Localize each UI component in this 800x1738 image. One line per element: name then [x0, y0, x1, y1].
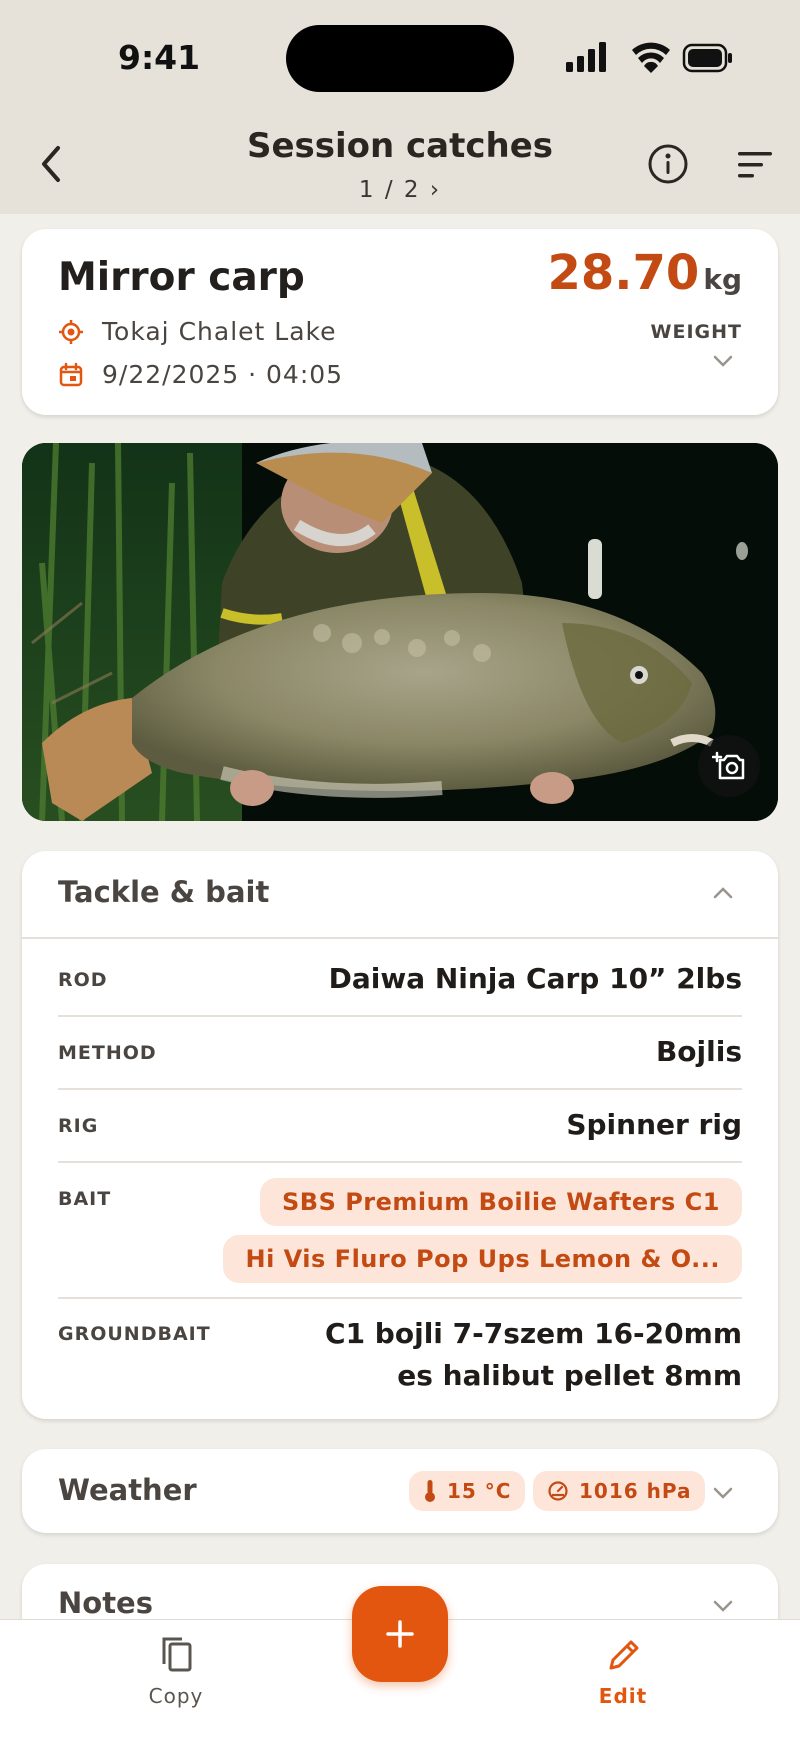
sort-icon	[738, 152, 772, 178]
location-text: Tokaj Chalet Lake	[102, 317, 337, 346]
location-target-icon	[59, 319, 83, 344]
status-icons	[566, 40, 734, 76]
row-divider	[58, 1015, 742, 1017]
tackle-section-title: Tackle & bait	[58, 875, 270, 909]
weather-section-title: Weather	[58, 1473, 197, 1507]
catch-photo[interactable]	[22, 443, 778, 821]
rod-value: Daiwa Ninja Carp 10” 2lbs	[328, 962, 742, 995]
status-time: 9:41	[118, 38, 201, 77]
pencil-icon	[609, 1640, 639, 1670]
datetime-text: 9/22/2025 · 04:05	[102, 360, 344, 389]
edit-button[interactable]: Edit	[563, 1634, 683, 1708]
weather-card[interactable]: Weather 15 °C 1016 hPa	[22, 1449, 778, 1533]
chevron-down-icon	[713, 1600, 733, 1612]
bait-chip[interactable]: Hi Vis Fluro Pop Ups Lemon & O...	[223, 1235, 742, 1283]
copy-button[interactable]: Copy	[116, 1634, 236, 1708]
info-icon	[648, 144, 688, 184]
carp-photo-image	[22, 443, 778, 821]
temperature-chip: 15 °C	[409, 1471, 526, 1511]
datetime-row: 9/22/2025 · 04:05	[58, 360, 343, 389]
species-name: Mirror carp	[58, 255, 305, 300]
thermometer-icon	[425, 1480, 435, 1502]
chevron-up-icon	[713, 887, 733, 899]
tackle-bait-card: Tackle & bait ROD Daiwa Ninja Carp 10” 2…	[22, 851, 778, 1419]
copy-label: Copy	[148, 1684, 204, 1708]
rig-value: Spinner rig	[566, 1108, 742, 1141]
battery-icon	[682, 43, 732, 73]
notes-expand-button[interactable]	[712, 1598, 734, 1617]
top-bar: 9:41 Session catches 1 / 2 ›	[0, 0, 800, 214]
method-label: METHOD	[58, 1042, 157, 1064]
pressure-chip: 1016 hPa	[533, 1471, 706, 1511]
row-divider	[58, 1161, 742, 1163]
rod-label: ROD	[58, 969, 108, 991]
gauge-icon	[548, 1481, 568, 1501]
catch-summary-card: Mirror carp Tokaj Chalet Lake 9/22/2025 …	[22, 229, 778, 415]
row-divider	[58, 1297, 742, 1299]
temperature-value: 15 °C	[447, 1479, 512, 1503]
weight-unit: kg	[703, 263, 742, 296]
calendar-icon	[59, 362, 83, 386]
chevron-down-icon	[713, 1487, 733, 1499]
method-value: Bojlis	[655, 1035, 742, 1068]
add-photo-button[interactable]	[698, 735, 760, 797]
bait-chip[interactable]: SBS Premium Boilie Wafters C1	[260, 1178, 742, 1226]
section-divider	[22, 937, 778, 939]
copy-icon	[162, 1637, 192, 1672]
groundbait-label: GROUNDBAIT	[58, 1323, 211, 1345]
info-button[interactable]	[646, 142, 690, 186]
signal-icon	[566, 42, 606, 72]
edit-label: Edit	[598, 1684, 648, 1708]
sort-button[interactable]	[736, 148, 776, 182]
notes-section-title: Notes	[58, 1586, 153, 1620]
add-catch-button[interactable]	[352, 1586, 448, 1682]
rig-label: RIG	[58, 1115, 99, 1137]
weather-expand-button[interactable]	[712, 1485, 734, 1504]
weight-value: 28.70	[547, 245, 700, 301]
row-divider	[58, 1088, 742, 1090]
camera-add-icon	[712, 751, 745, 780]
chevron-down-icon	[713, 355, 733, 367]
weight-display: 28.70 kg	[548, 245, 743, 301]
tackle-collapse-button[interactable]	[712, 885, 734, 904]
wifi-icon	[632, 42, 670, 73]
groundbait-value: C1 bojli 7-7szem 16-20mm es halibut pell…	[325, 1317, 742, 1392]
pressure-value: 1016 hPa	[579, 1479, 692, 1503]
location-row: Tokaj Chalet Lake	[58, 317, 336, 346]
weight-expand-button[interactable]	[712, 353, 734, 372]
bait-label: BAIT	[58, 1188, 112, 1210]
weight-label: WEIGHT	[650, 321, 742, 343]
dynamic-island	[286, 25, 514, 92]
plus-icon	[386, 1620, 414, 1648]
